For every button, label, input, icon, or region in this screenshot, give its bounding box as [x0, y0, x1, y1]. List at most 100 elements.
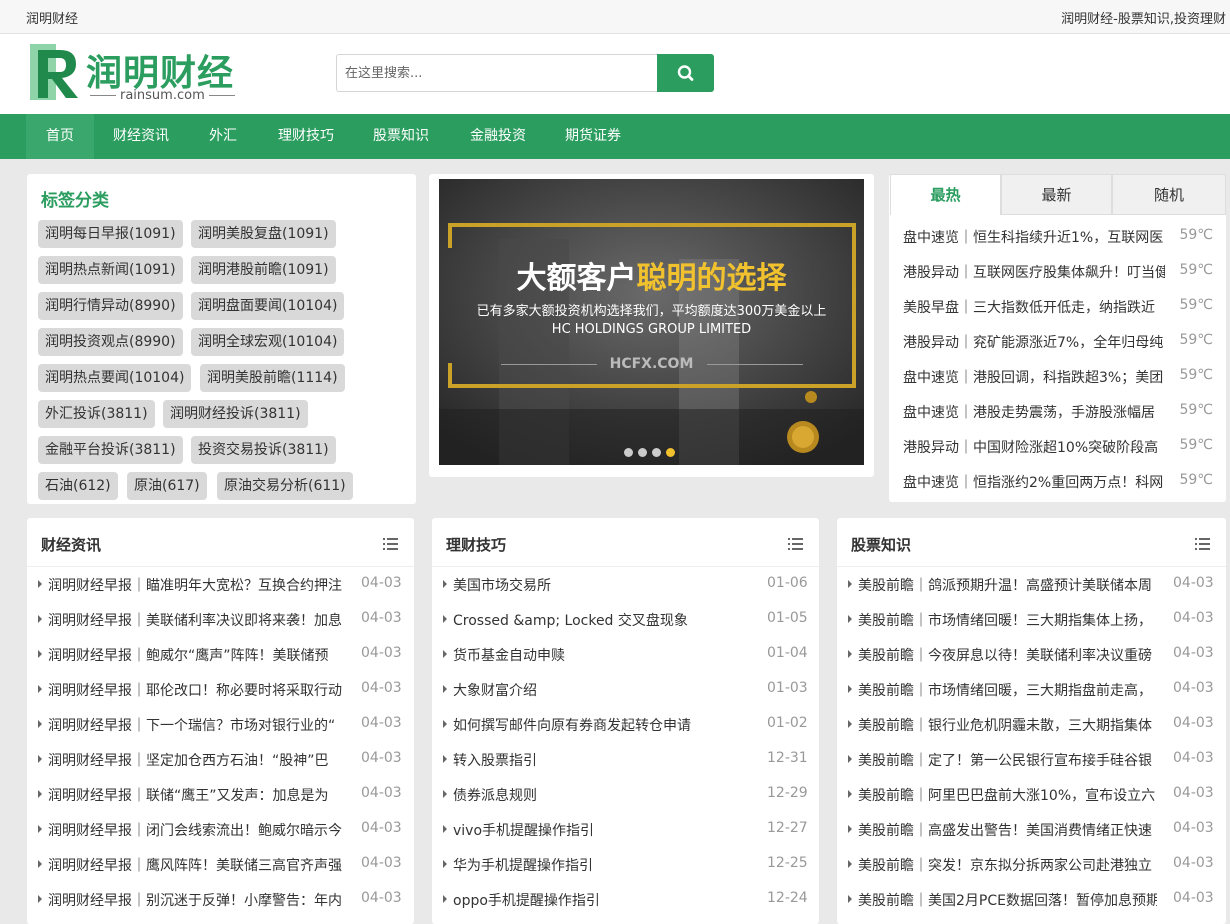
- list-item-title[interactable]: 美股前瞻｜美国2月PCE数据回落！暂停加息预期: [858, 890, 1157, 910]
- list-item-title[interactable]: 美股前瞻｜定了！第一公民银行宣布接手硅谷银: [858, 750, 1157, 770]
- list-item[interactable]: 华为手机提醒操作指引 12-25: [432, 855, 819, 890]
- carousel-dot[interactable]: [652, 448, 661, 457]
- list-item-title[interactable]: 大象财富介绍: [453, 680, 752, 700]
- tag-item[interactable]: 原油(617): [127, 472, 207, 500]
- list-item[interactable]: 润明财经早报｜鲍威尔“鹰声”阵阵！美联储预 04-03: [27, 645, 414, 680]
- list-item-title[interactable]: 货币基金自动申赎: [453, 645, 752, 665]
- list-menu-icon[interactable]: [383, 538, 398, 550]
- list-item-title[interactable]: 润明财经早报｜鲍威尔“鹰声”阵阵！美联储预: [48, 645, 347, 665]
- carousel-dot[interactable]: [638, 448, 647, 457]
- list-item[interactable]: 美股前瞻｜鸽派预期升温！高盛预计美联储本周 04-03: [837, 575, 1226, 610]
- nav-item-finance-tips[interactable]: 理财技巧: [268, 114, 344, 159]
- list-item[interactable]: 大象财富介绍 01-03: [432, 680, 819, 715]
- list-item[interactable]: 美国市场交易所 01-06: [432, 575, 819, 610]
- list-item[interactable]: 润明财经早报｜别沉迷于反弹！小摩警告：年内 04-03: [27, 890, 414, 924]
- list-item[interactable]: 润明财经早报｜下一个瑞信？市场对银行业的“ 04-03: [27, 715, 414, 750]
- list-item-title[interactable]: 美股前瞻｜鸽派预期升温！高盛预计美联储本周: [858, 575, 1157, 595]
- list-item-title[interactable]: 美股前瞻｜市场情绪回暖！三大期指集体上扬，: [858, 610, 1157, 630]
- list-item-title[interactable]: 润明财经早报｜耶伦改口！称必要时将采取行动: [48, 680, 347, 700]
- hot-list-item[interactable]: 港股异动｜兖矿能源涨近7%，全年归母纯 59℃: [903, 332, 1213, 367]
- column-title[interactable]: 理财技巧: [446, 534, 506, 555]
- tab-hottest[interactable]: 最热: [890, 174, 1001, 215]
- list-item[interactable]: 美股前瞻｜阿里巴巴盘前大涨10%，宣布设立六 04-03: [837, 785, 1226, 820]
- list-item[interactable]: oppo手机提醒操作指引 12-24: [432, 890, 819, 924]
- list-item[interactable]: 润明财经早报｜耶伦改口！称必要时将采取行动 04-03: [27, 680, 414, 715]
- list-item-title[interactable]: 润明财经早报｜坚定加仓西方石油！“股神”巴: [48, 750, 347, 770]
- tag-item[interactable]: 润明港股前瞻(1091): [191, 256, 336, 284]
- tab-latest[interactable]: 最新: [1001, 174, 1112, 215]
- list-item[interactable]: 润明财经早报｜联储“鹰王”又发声：加息是为 04-03: [27, 785, 414, 820]
- nav-item-finance-news[interactable]: 财经资讯: [103, 114, 179, 159]
- list-item[interactable]: 美股前瞻｜突发！京东拟分拆两家公司赴港独立 04-03: [837, 855, 1226, 890]
- list-item-title[interactable]: 美股前瞻｜银行业危机阴霾未散，三大期指集体: [858, 715, 1157, 735]
- topbar-site-name[interactable]: 润明财经: [26, 8, 78, 27]
- list-item[interactable]: 转入股票指引 12-31: [432, 750, 819, 785]
- list-item-title[interactable]: 润明财经早报｜别沉迷于反弹！小摩警告：年内: [48, 890, 347, 910]
- tag-item[interactable]: 润明全球宏观(10104): [191, 328, 345, 356]
- column-title[interactable]: 财经资讯: [41, 534, 101, 555]
- hot-list-item[interactable]: 盘中速览｜港股回调，科指跌超3%；美团 59℃: [903, 367, 1213, 402]
- list-item[interactable]: 美股前瞻｜美国2月PCE数据回落！暂停加息预期 04-03: [837, 890, 1226, 924]
- list-item[interactable]: 美股前瞻｜高盛发出警告！美国消费情绪正快速 04-03: [837, 820, 1226, 855]
- hot-item-title[interactable]: 盘中速览｜恒指涨约2%重回两万点！科网: [903, 472, 1165, 492]
- list-item[interactable]: 润明财经早报｜闭门会线索流出！鲍威尔暗示今 04-03: [27, 820, 414, 855]
- hot-list-item[interactable]: 港股异动｜互联网医疗股集体飙升！叮当健 59℃: [903, 262, 1213, 297]
- column-title[interactable]: 股票知识: [851, 534, 911, 555]
- tag-item[interactable]: 润明行情异动(8990): [38, 292, 183, 320]
- hot-item-title[interactable]: 盘中速览｜港股走势震荡，手游股涨幅居: [903, 402, 1165, 422]
- tag-item[interactable]: 润明热点新闻(1091): [38, 256, 183, 284]
- banner-slide[interactable]: 大额客户聪明的选择 已有多家大额投资机构选择我们，平均额度达300万美金以上 H…: [439, 179, 864, 465]
- list-item-title[interactable]: 华为手机提醒操作指引: [453, 855, 752, 875]
- list-item-title[interactable]: 润明财经早报｜美联储利率决议即将来袭！加息: [48, 610, 347, 630]
- hot-list-item[interactable]: 盘中速览｜恒生科指续升近1%，互联网医 59℃: [903, 227, 1213, 262]
- carousel-dot-active[interactable]: [666, 448, 675, 457]
- list-item-title[interactable]: 美股前瞻｜阿里巴巴盘前大涨10%，宣布设立六: [858, 785, 1157, 805]
- list-item-title[interactable]: 润明财经早报｜瞄准明年大宽松？互换合约押注: [48, 575, 347, 595]
- hot-item-title[interactable]: 盘中速览｜恒生科指续升近1%，互联网医: [903, 227, 1165, 247]
- list-item-title[interactable]: 润明财经早报｜联储“鹰王”又发声：加息是为: [48, 785, 347, 805]
- list-item-title[interactable]: 润明财经早报｜下一个瑞信？市场对银行业的“: [48, 715, 347, 735]
- list-item[interactable]: Crossed &amp; Locked 交叉盘现象 01-05: [432, 610, 819, 645]
- list-item[interactable]: 美股前瞻｜银行业危机阴霾未散，三大期指集体 04-03: [837, 715, 1226, 750]
- site-logo[interactable]: 润明财经 rainsum.com: [30, 44, 240, 104]
- tag-item[interactable]: 金融平台投诉(3811): [38, 436, 183, 464]
- nav-item-home[interactable]: 首页: [26, 114, 94, 159]
- list-item-title[interactable]: 美股前瞻｜今夜屏息以待！美联储利率决议重磅: [858, 645, 1157, 665]
- list-menu-icon[interactable]: [788, 538, 803, 550]
- list-item-title[interactable]: 美股前瞻｜市场情绪回暖，三大期指盘前走高，: [858, 680, 1157, 700]
- list-item-title[interactable]: 美股前瞻｜高盛发出警告！美国消费情绪正快速: [858, 820, 1157, 840]
- list-item[interactable]: 如何撰写邮件向原有券商发起转仓申请 01-02: [432, 715, 819, 750]
- list-item-title[interactable]: 润明财经早报｜闭门会线索流出！鲍威尔暗示今: [48, 820, 347, 840]
- list-item[interactable]: 债券派息规则 12-29: [432, 785, 819, 820]
- tag-item[interactable]: 润明投资观点(8990): [38, 328, 183, 356]
- list-item-title[interactable]: Crossed &amp; Locked 交叉盘现象: [453, 610, 752, 630]
- tag-item[interactable]: 润明美股复盘(1091): [191, 220, 336, 248]
- tag-item[interactable]: 石油(612): [38, 472, 118, 500]
- hot-list-item[interactable]: 美股早盘｜三大指数低开低走，纳指跌近 59℃: [903, 297, 1213, 332]
- list-item[interactable]: 美股前瞻｜今夜屏息以待！美联储利率决议重磅 04-03: [837, 645, 1226, 680]
- tag-item[interactable]: 润明美股前瞻(1114): [200, 364, 345, 392]
- hot-item-title[interactable]: 港股异动｜中国财险涨超10%突破阶段高: [903, 437, 1165, 457]
- nav-item-financial-investment[interactable]: 金融投资: [460, 114, 536, 159]
- tag-item[interactable]: 润明财经投诉(3811): [163, 400, 308, 428]
- list-item[interactable]: vivo手机提醒操作指引 12-27: [432, 820, 819, 855]
- tag-item[interactable]: 原油交易分析(611): [217, 472, 353, 500]
- list-menu-icon[interactable]: [1195, 538, 1210, 550]
- list-item[interactable]: 货币基金自动申赎 01-04: [432, 645, 819, 680]
- list-item[interactable]: 润明财经早报｜瞄准明年大宽松？互换合约押注 04-03: [27, 575, 414, 610]
- list-item[interactable]: 美股前瞻｜市场情绪回暖，三大期指盘前走高， 04-03: [837, 680, 1226, 715]
- list-item[interactable]: 润明财经早报｜坚定加仓西方石油！“股神”巴 04-03: [27, 750, 414, 785]
- list-item-title[interactable]: vivo手机提醒操作指引: [453, 820, 752, 840]
- list-item-title[interactable]: 美国市场交易所: [453, 575, 752, 595]
- list-item-title[interactable]: oppo手机提醒操作指引: [453, 890, 752, 910]
- nav-item-stock-knowledge[interactable]: 股票知识: [363, 114, 439, 159]
- hot-list-item[interactable]: 盘中速览｜港股走势震荡，手游股涨幅居 59℃: [903, 402, 1213, 437]
- list-item-title[interactable]: 债券派息规则: [453, 785, 752, 805]
- tag-item[interactable]: 润明盘面要闻(10104): [191, 292, 345, 320]
- list-item[interactable]: 美股前瞻｜市场情绪回暖！三大期指集体上扬， 04-03: [837, 610, 1226, 645]
- hot-item-title[interactable]: 港股异动｜互联网医疗股集体飙升！叮当健: [903, 262, 1165, 282]
- list-item[interactable]: 润明财经早报｜美联储利率决议即将来袭！加息 04-03: [27, 610, 414, 645]
- list-item-title[interactable]: 润明财经早报｜鹰风阵阵！美联储三高官齐声强: [48, 855, 347, 875]
- tag-item[interactable]: 外汇投诉(3811): [38, 400, 155, 428]
- hot-item-title[interactable]: 美股早盘｜三大指数低开低走，纳指跌近: [903, 297, 1165, 317]
